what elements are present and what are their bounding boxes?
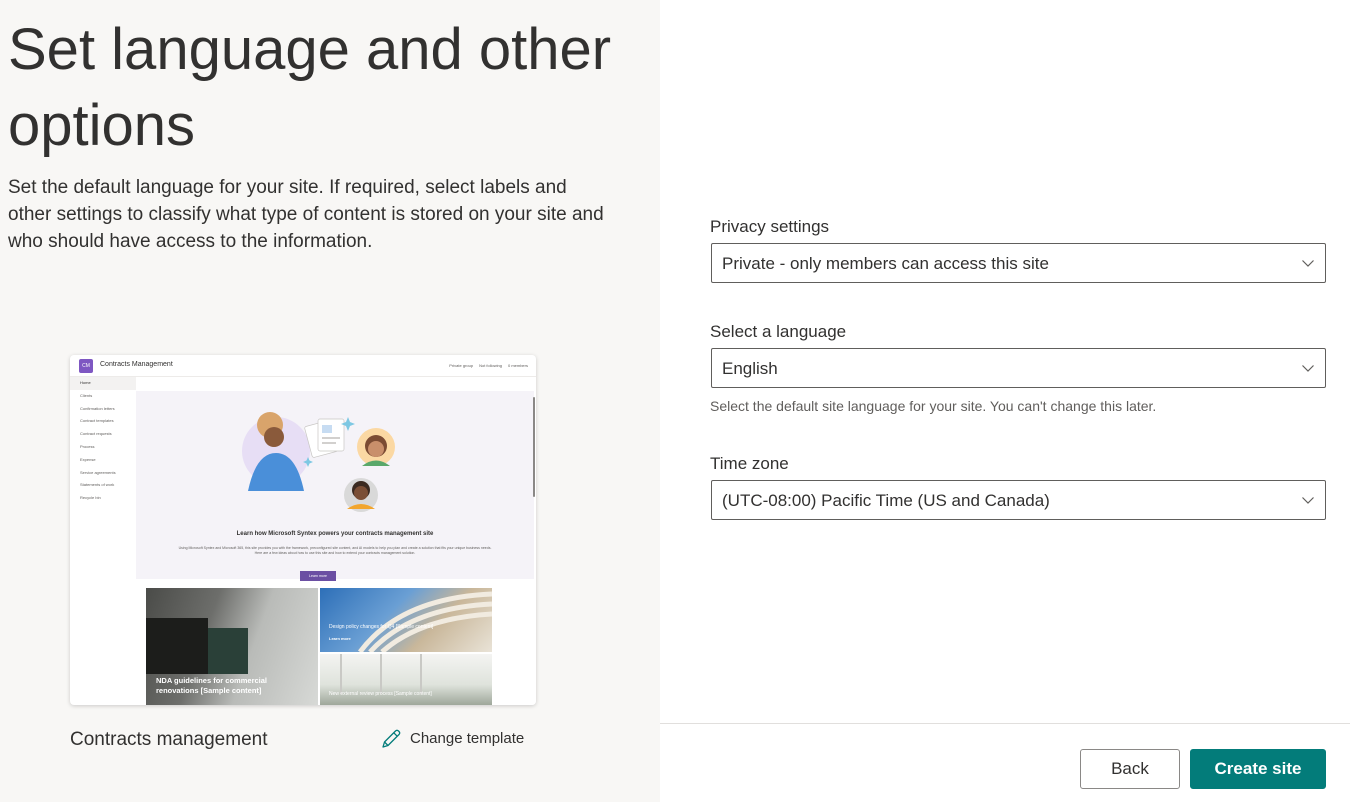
preview-site-title: Contracts Management: [100, 361, 173, 368]
time-zone-label: Time zone: [710, 454, 789, 473]
preview-nav-item: Clients: [80, 392, 93, 398]
preview-main: Learn how Microsoft Syntex powers your c…: [136, 377, 536, 705]
privacy-settings-value: Private - only members can access this s…: [722, 254, 1049, 273]
preview-nav-item: Contract templates: [80, 418, 114, 424]
preview-news-tile: New external review process [Sample cont…: [320, 654, 492, 705]
preview-hero-title: Learn how Microsoft Syntex powers your c…: [236, 531, 434, 537]
time-zone-value: (UTC-08:00) Pacific Time (US and Canada): [722, 491, 1050, 510]
preview-nav-item: Process: [80, 443, 95, 449]
back-button[interactable]: Back: [1080, 749, 1180, 789]
preview-meta-members: 0 members: [507, 363, 528, 368]
preview-site-meta: Private group Not following 0 members: [449, 363, 528, 368]
change-template-label: Change template: [410, 730, 525, 747]
preview-nav-item: Contract requests: [80, 431, 112, 437]
language-help-text: Select the default site language for you…: [710, 398, 1157, 414]
chevron-down-icon: [1302, 497, 1314, 504]
preview-scrollbar: [533, 397, 535, 497]
hero-illustration: [242, 412, 395, 512]
right-panel: Privacy settings Private - only members …: [660, 0, 1350, 802]
page-heading: Set language and other options: [8, 17, 612, 158]
preview-news-tile-title: New external review process [Sample cont…: [329, 691, 432, 697]
page-description: Set the default language for your site. …: [8, 177, 604, 252]
create-site-button[interactable]: Create site: [1190, 749, 1326, 789]
pencil-icon: [382, 729, 401, 748]
chevron-down-icon: [1302, 365, 1314, 372]
preview-meta-privacy: Private group: [449, 363, 474, 368]
privacy-settings-label: Privacy settings: [710, 217, 830, 236]
preview-site-logo: CM: [79, 359, 93, 373]
preview-nav-item: Home: [70, 377, 136, 390]
preview-hero: Learn how Microsoft Syntex powers your c…: [136, 391, 534, 581]
preview-header: CM Contracts Management Private group No…: [70, 355, 536, 377]
template-preview: CM Contracts Management Private group No…: [70, 355, 536, 705]
language-label: Select a language: [710, 322, 847, 341]
preview-news-tile-title: NDA guidelines for commercial renovation…: [156, 676, 267, 695]
preview-nav-item: Expense: [80, 456, 96, 462]
preview-nav-item: Service agreements: [80, 469, 116, 475]
template-name: Contracts management: [70, 729, 268, 750]
footer-divider: [660, 723, 1350, 724]
preview-news-tile: NDA guidelines for commercial renovation…: [146, 588, 318, 705]
language-dropdown[interactable]: English: [711, 348, 1326, 388]
preview-news-tile-title: Design policy changes for Q4 [Sample con…: [329, 624, 434, 630]
left-panel: Set language and other options Set the d…: [0, 0, 660, 802]
preview-nav-item: Recycle bin: [80, 495, 101, 501]
preview-nav-item: Statements of work: [80, 482, 115, 488]
preview-news-tile: Design policy changes for Q4 [Sample con…: [320, 588, 492, 652]
preview-meta-following: Not following: [479, 363, 502, 368]
chevron-down-icon: [1302, 260, 1314, 267]
preview-hero-text: Using Microsoft Syntex and Microsoft 365…: [178, 546, 492, 555]
preview-news-tile-link: Learn more: [329, 636, 351, 641]
language-value: English: [722, 359, 778, 378]
change-template-button[interactable]: Change template: [380, 727, 524, 751]
building-image: [357, 591, 492, 652]
privacy-settings-dropdown[interactable]: Private - only members can access this s…: [711, 243, 1326, 283]
preview-nav: Home Clients Confirmation letters Contra…: [70, 377, 136, 705]
preview-nav-item: Confirmation letters: [80, 405, 115, 411]
time-zone-dropdown[interactable]: (UTC-08:00) Pacific Time (US and Canada): [711, 480, 1326, 520]
preview-learn-more-button: Learn more: [300, 571, 336, 581]
